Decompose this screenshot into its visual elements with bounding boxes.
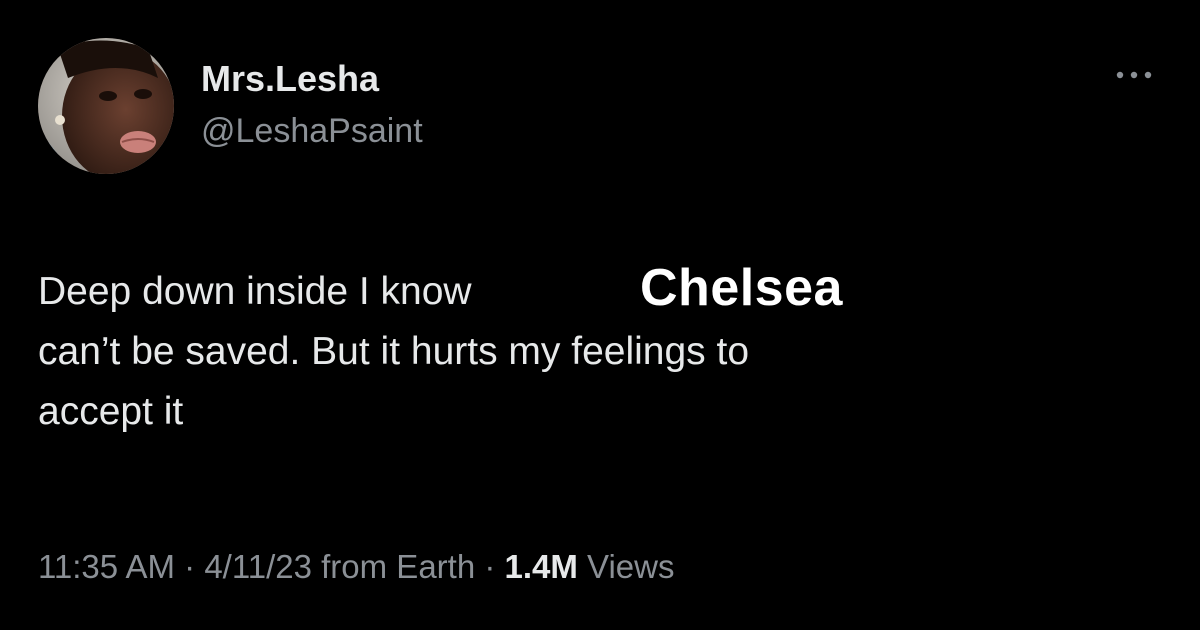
meta-separator: · (174, 548, 205, 585)
more-horizontal-icon (1116, 71, 1152, 79)
tweet-text: Deep down inside I know can’t be saved. … (38, 262, 1168, 442)
profile-photo-icon (38, 38, 174, 174)
tweet-text-line-1: Deep down inside I know (38, 270, 472, 313)
tweet-time[interactable]: 11:35 AM (38, 548, 175, 585)
avatar[interactable] (38, 38, 174, 174)
tweet-meta: 11:35 AM · 4/11/23 from Earth · 1.4M Vie… (38, 548, 675, 586)
tweet-card: Mrs.Lesha @LeshaPsaint Deep down inside … (0, 0, 1200, 630)
views-count[interactable]: 1.4M (505, 548, 578, 585)
more-options-button[interactable] (1110, 60, 1158, 90)
overlay-caption: Chelsea (640, 259, 843, 317)
tweet-source: from Earth (311, 548, 476, 585)
user-handle[interactable]: @LeshaPsaint (201, 112, 423, 151)
tweet-text-line-2: can’t be saved. But it hurts my feelings… (38, 330, 750, 373)
tweet-text-line-3: accept it (38, 390, 184, 433)
display-name[interactable]: Mrs.Lesha (201, 58, 379, 100)
views-label: Views (577, 548, 675, 585)
meta-separator: · (475, 548, 505, 585)
tweet-date[interactable]: 4/11/23 (204, 548, 312, 585)
